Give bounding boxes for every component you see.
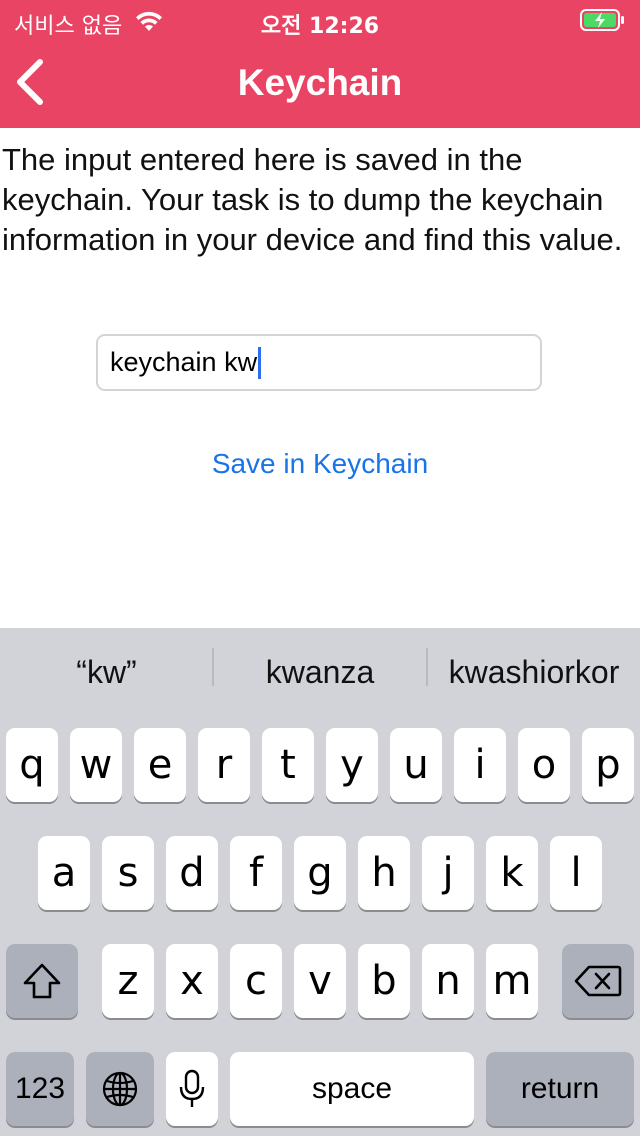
key-y[interactable]: y	[326, 728, 378, 802]
save-in-keychain-button[interactable]: Save in Keychain	[0, 448, 640, 480]
key-e[interactable]: e	[134, 728, 186, 802]
suggestion-item[interactable]: kwashiorkor	[428, 628, 640, 716]
app-header: 서비스 없음 오전 12:26 Keychain	[0, 0, 640, 128]
key-b[interactable]: b	[358, 944, 410, 1018]
key-j[interactable]: j	[422, 836, 474, 910]
microphone-icon	[179, 1069, 205, 1107]
key-c[interactable]: c	[230, 944, 282, 1018]
delete-key[interactable]	[562, 944, 634, 1018]
key-w[interactable]: w	[70, 728, 122, 802]
return-key[interactable]: return	[486, 1052, 634, 1126]
keyboard: “kw” kwanza kwashiorkor q w e r t y u i …	[0, 628, 640, 1136]
key-z[interactable]: z	[102, 944, 154, 1018]
key-q[interactable]: q	[6, 728, 58, 802]
shift-key[interactable]	[6, 944, 78, 1018]
key-p[interactable]: p	[582, 728, 634, 802]
navigation-bar: Keychain	[0, 40, 640, 128]
globe-icon	[102, 1071, 138, 1107]
key-a[interactable]: a	[38, 836, 90, 910]
key-r[interactable]: r	[198, 728, 250, 802]
keychain-input-field[interactable]: keychain kw	[96, 334, 542, 391]
globe-key[interactable]	[86, 1052, 154, 1126]
key-d[interactable]: d	[166, 836, 218, 910]
suggestion-item[interactable]: kwanza	[214, 628, 426, 716]
backspace-icon	[574, 965, 622, 997]
key-h[interactable]: h	[358, 836, 410, 910]
key-k[interactable]: k	[486, 836, 538, 910]
key-o[interactable]: o	[518, 728, 570, 802]
key-l[interactable]: l	[550, 836, 602, 910]
battery-charging-icon	[580, 9, 626, 36]
status-time: 오전 12:26	[260, 14, 380, 39]
instructions-text: The input entered here is saved in the k…	[2, 142, 623, 257]
key-x[interactable]: x	[166, 944, 218, 1018]
text-caret	[258, 346, 262, 379]
key-u[interactable]: u	[390, 728, 442, 802]
key-f[interactable]: f	[230, 836, 282, 910]
key-g[interactable]: g	[294, 836, 346, 910]
key-i[interactable]: i	[454, 728, 506, 802]
numbers-key[interactable]: 123	[6, 1052, 74, 1126]
suggestion-bar: “kw” kwanza kwashiorkor	[0, 628, 640, 716]
key-n[interactable]: n	[422, 944, 474, 1018]
key-v[interactable]: v	[294, 944, 346, 1018]
key-m[interactable]: m	[486, 944, 538, 1018]
shift-arrow-icon	[23, 963, 61, 999]
page-title: Keychain	[237, 62, 403, 103]
key-t[interactable]: t	[262, 728, 314, 802]
status-bar: 서비스 없음 오전 12:26	[0, 0, 640, 40]
key-s[interactable]: s	[102, 836, 154, 910]
keychain-input-value: keychain kw	[110, 347, 258, 377]
suggestion-item[interactable]: “kw”	[0, 628, 213, 716]
dictation-key[interactable]	[166, 1052, 218, 1126]
space-key[interactable]: space	[230, 1052, 474, 1126]
